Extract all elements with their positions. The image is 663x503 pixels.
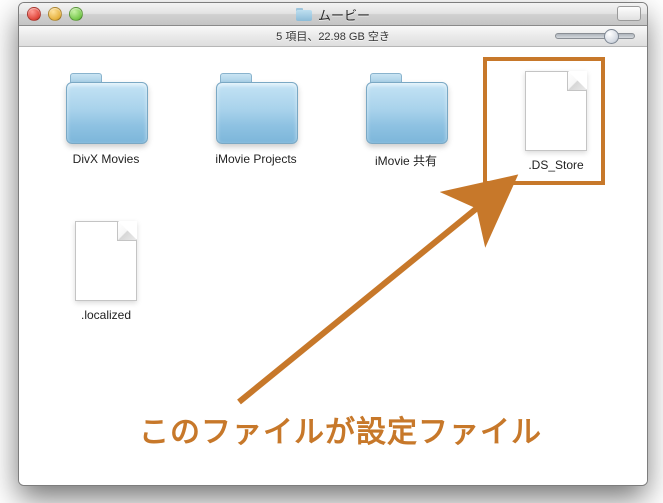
item-divx-movies[interactable]: DivX Movies [31, 65, 181, 215]
status-text: 5 項目、22.98 GB 空き [276, 28, 390, 44]
item-imovie-share[interactable]: iMovie 共有 [331, 65, 481, 215]
zoom-button[interactable] [69, 7, 83, 21]
item-label: iMovie Projects [211, 151, 300, 167]
content-area[interactable]: DivX Movies iMovie Projects iMovie 共有 [19, 47, 647, 486]
item-label: iMovie 共有 [371, 151, 441, 170]
finder-window: ムービー 5 項目、22.98 GB 空き DivX Movies [18, 2, 648, 486]
proxy-icon[interactable] [296, 8, 312, 21]
slider-track[interactable] [555, 33, 635, 39]
slider-knob[interactable] [604, 29, 619, 44]
folder-icon [64, 71, 148, 145]
minimize-button[interactable] [48, 7, 62, 21]
icon-size-slider[interactable] [555, 33, 635, 39]
item-imovie-projects[interactable]: iMovie Projects [181, 65, 331, 215]
annotation-highlight [483, 57, 605, 185]
item-label: .localized [77, 307, 135, 323]
item-localized[interactable]: .localized [31, 215, 181, 365]
folder-icon [214, 71, 298, 145]
toolbar-toggle-button[interactable] [617, 6, 641, 21]
close-button[interactable] [27, 7, 41, 21]
traffic-lights [27, 7, 83, 21]
item-label: DivX Movies [69, 151, 144, 167]
document-icon [75, 221, 137, 301]
status-bar: 5 項目、22.98 GB 空き [19, 26, 647, 47]
annotation-text: このファイルが設定ファイル [139, 407, 542, 451]
title-text: ムービー [318, 5, 370, 24]
folder-icon [364, 71, 448, 145]
titlebar[interactable]: ムービー [19, 3, 647, 26]
window-title: ムービー [296, 5, 370, 24]
